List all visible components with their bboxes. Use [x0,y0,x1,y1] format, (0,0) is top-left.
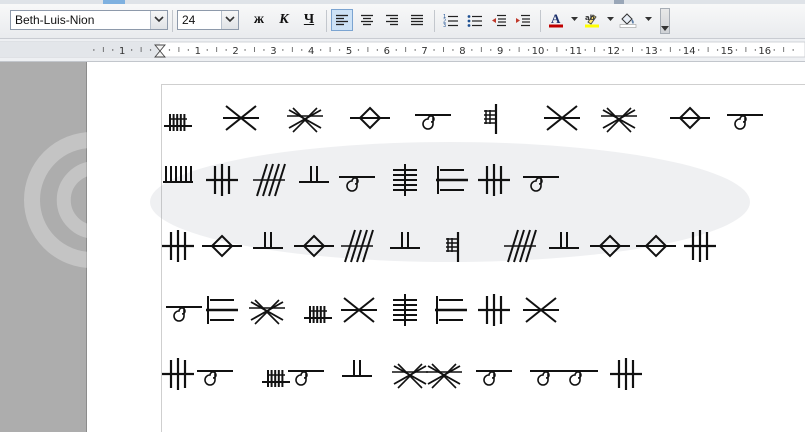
ogham-glyph [294,234,334,258]
ogham-glyph [249,299,285,325]
ogham-glyph [164,114,192,131]
ogham-glyph [162,358,194,390]
ogham-glyph [162,230,194,262]
ogham-glyph [478,294,510,326]
ogham-glyph [339,176,375,192]
ogham-glyph [562,370,598,386]
ogham-glyph [393,164,417,196]
ogham-glyph [504,229,537,263]
ogham-glyph [223,105,259,131]
ogham-glyph [590,234,630,258]
ogham-glyph [342,360,372,377]
ogham-glyph [601,107,637,133]
ogham-glyph [476,370,512,386]
ogham-glyph [206,164,238,196]
ogham-glyph [436,166,468,194]
ogham-glyph [288,370,324,386]
ogham-glyph [299,166,329,183]
ogham-glyph [253,232,283,249]
ogham-glyph [262,370,290,387]
ogham-glyph [197,370,233,386]
ogham-glyph [390,232,420,249]
ogham-glyph [166,306,202,322]
ogham-glyph [341,229,374,263]
ogham-glyph [523,297,559,323]
ogham-glyph [610,358,642,390]
ogham-glyph [393,294,417,326]
ogham-glyph [350,106,390,130]
ogham-glyph [392,363,428,389]
ogham-glyph [253,163,286,197]
ogham-glyph [415,114,451,130]
ogham-glyph [206,296,238,324]
ogham-glyph [202,234,242,258]
ogham-glyph [163,166,193,183]
ogham-glyph [684,230,716,262]
ogham-glyph [727,114,763,130]
ogham-glyph [544,105,580,131]
ogham-glyph [304,306,332,323]
ogham-glyph [287,107,323,133]
ogham-glyph [670,106,710,130]
ogham-glyph [341,297,377,323]
ogham-glyph [435,296,467,324]
ogham-glyph [478,164,510,196]
ogham-glyph [530,370,566,386]
ogham-glyph [636,234,676,258]
ogham-glyph [426,363,462,389]
ogham-glyph [523,176,559,192]
ogham-glyph [446,232,460,262]
ogham-text-area[interactable] [0,0,805,432]
ogham-glyph [484,104,498,134]
ogham-glyph [549,232,579,249]
